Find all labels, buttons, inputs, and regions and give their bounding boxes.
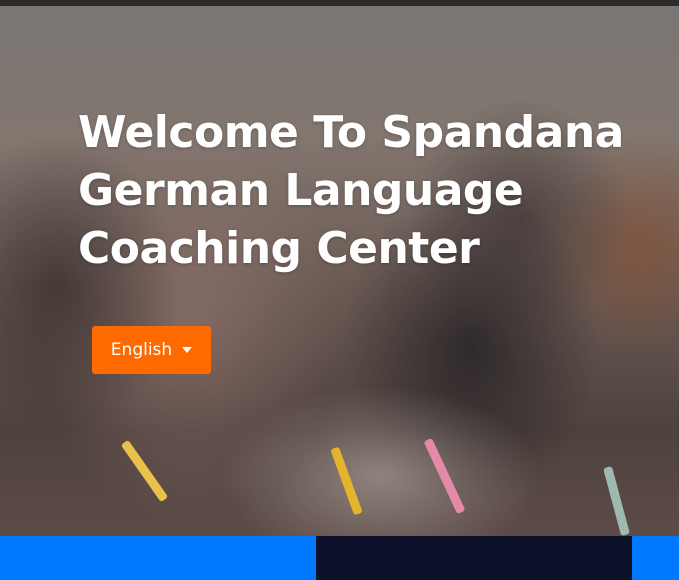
pencil-decoration bbox=[603, 466, 630, 536]
bottom-feature-strip bbox=[0, 536, 679, 580]
pencil-decoration bbox=[330, 446, 363, 516]
pencil-decoration bbox=[120, 439, 169, 503]
pencil-decoration bbox=[423, 437, 466, 515]
chevron-down-icon bbox=[182, 347, 193, 353]
hero-title: Welcome To Spandana German Language Coac… bbox=[78, 107, 624, 274]
language-dropdown-label: English bbox=[110, 340, 173, 360]
feature-panel-blue-left[interactable] bbox=[0, 536, 316, 580]
hero-banner: Welcome To Spandana German Language Coac… bbox=[0, 6, 679, 536]
feature-panel-dark[interactable] bbox=[316, 536, 632, 580]
language-dropdown[interactable]: English bbox=[92, 326, 211, 374]
feature-panel-blue-right[interactable] bbox=[632, 536, 679, 580]
